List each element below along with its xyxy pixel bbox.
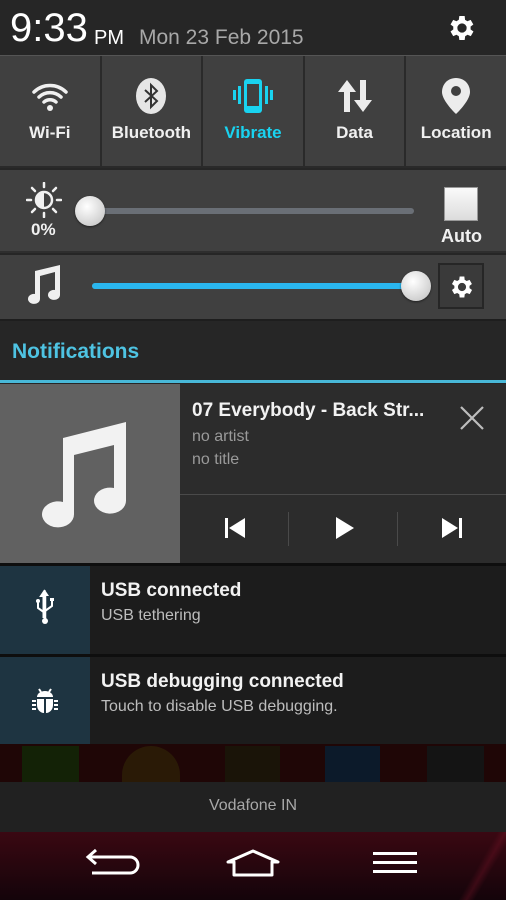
volume-row: [0, 255, 506, 319]
chrome-app-icon: [122, 746, 180, 783]
brightness-row: 0% Auto: [0, 170, 506, 253]
notification-usb-debugging[interactable]: USB debugging connected Touch to disable…: [0, 654, 506, 744]
notification-icon-box: [0, 657, 90, 744]
notifications-title: Notifications: [12, 340, 140, 363]
gear-icon: [451, 276, 473, 298]
home-screen-background: [0, 744, 506, 783]
volume-slider-thumb[interactable]: [401, 271, 431, 301]
notification-usb-connected[interactable]: USB connected USB tethering: [0, 563, 506, 655]
toggle-label: Location: [420, 123, 492, 142]
media-artist: no artist: [192, 428, 249, 445]
brightness-slider-track[interactable]: [90, 208, 414, 214]
navigation-bar: [0, 832, 506, 900]
toggle-label: Bluetooth: [111, 123, 192, 142]
auto-brightness-label: Auto: [441, 226, 482, 246]
media-track: no title: [192, 451, 240, 468]
menu-icon[interactable]: [367, 848, 423, 884]
brightness-icon: [26, 182, 62, 218]
brightness-percent: 0%: [31, 220, 56, 239]
toggle-label: Data: [336, 123, 373, 142]
control-separator: [288, 512, 289, 546]
notification-title: USB connected: [101, 580, 242, 601]
vibrate-icon: [232, 79, 273, 113]
brightness-slider-thumb[interactable]: [75, 196, 105, 226]
toggle-label: Vibrate: [224, 123, 282, 142]
auto-brightness-checkbox[interactable]: [444, 187, 478, 221]
carrier-bar: Vodafone IN: [0, 782, 506, 832]
carrier-label: Vodafone IN: [208, 797, 298, 814]
toggle-location[interactable]: Location: [406, 56, 506, 166]
clock-ampm: PM: [94, 27, 124, 49]
toggle-bluetooth[interactable]: Bluetooth: [101, 56, 204, 166]
notifications-divider: [0, 380, 506, 383]
gear-icon[interactable]: [446, 12, 478, 44]
messaging-app-icon: [325, 746, 380, 783]
notification-subtitle: USB tethering: [101, 607, 201, 624]
toggle-vibrate[interactable]: Vibrate: [203, 56, 305, 166]
date-label[interactable]: Mon 23 Feb 2015: [139, 26, 304, 50]
contacts-app-icon: [225, 746, 280, 783]
back-icon[interactable]: [84, 848, 140, 884]
album-art: [0, 384, 180, 563]
volume-slider-fill: [92, 283, 416, 289]
bug-icon: [32, 688, 58, 713]
skip-next-icon[interactable]: [437, 513, 467, 543]
toggle-label: Wi-Fi: [29, 123, 71, 142]
media-title: 07 Everybody - Back Str...: [192, 400, 425, 421]
phone-app-icon: [22, 746, 79, 783]
home-icon[interactable]: [225, 848, 281, 884]
notification-icon-box: [0, 566, 90, 655]
music-note-icon: [28, 265, 60, 304]
location-icon: [442, 78, 471, 114]
skip-previous-icon[interactable]: [220, 513, 250, 543]
media-notification[interactable]: 07 Everybody - Back Str... no artist no …: [0, 384, 506, 563]
usb-icon: [36, 589, 54, 624]
volume-settings-button[interactable]: [438, 263, 484, 309]
wifi-icon: [32, 83, 68, 111]
notification-title: USB debugging connected: [101, 671, 344, 692]
close-icon[interactable]: [458, 404, 486, 432]
media-controls: [180, 495, 506, 563]
control-separator: [397, 512, 398, 546]
play-icon[interactable]: [329, 513, 359, 543]
quick-settings-toggles: Wi-Fi Bluetooth Vibrate Data Location: [0, 55, 506, 168]
toggle-wifi[interactable]: Wi-Fi: [0, 56, 102, 166]
bluetooth-icon: [136, 78, 167, 114]
apps-drawer-icon: [427, 746, 484, 783]
music-note-icon: [42, 422, 127, 528]
notification-subtitle: Touch to disable USB debugging.: [101, 698, 338, 715]
data-icon: [337, 80, 372, 112]
toggle-data[interactable]: Data: [304, 56, 407, 166]
clock-time: 9:33: [10, 6, 88, 50]
notifications-header: Notifications: [0, 319, 506, 382]
status-header: 9:33 PM Mon 23 Feb 2015: [0, 0, 506, 56]
